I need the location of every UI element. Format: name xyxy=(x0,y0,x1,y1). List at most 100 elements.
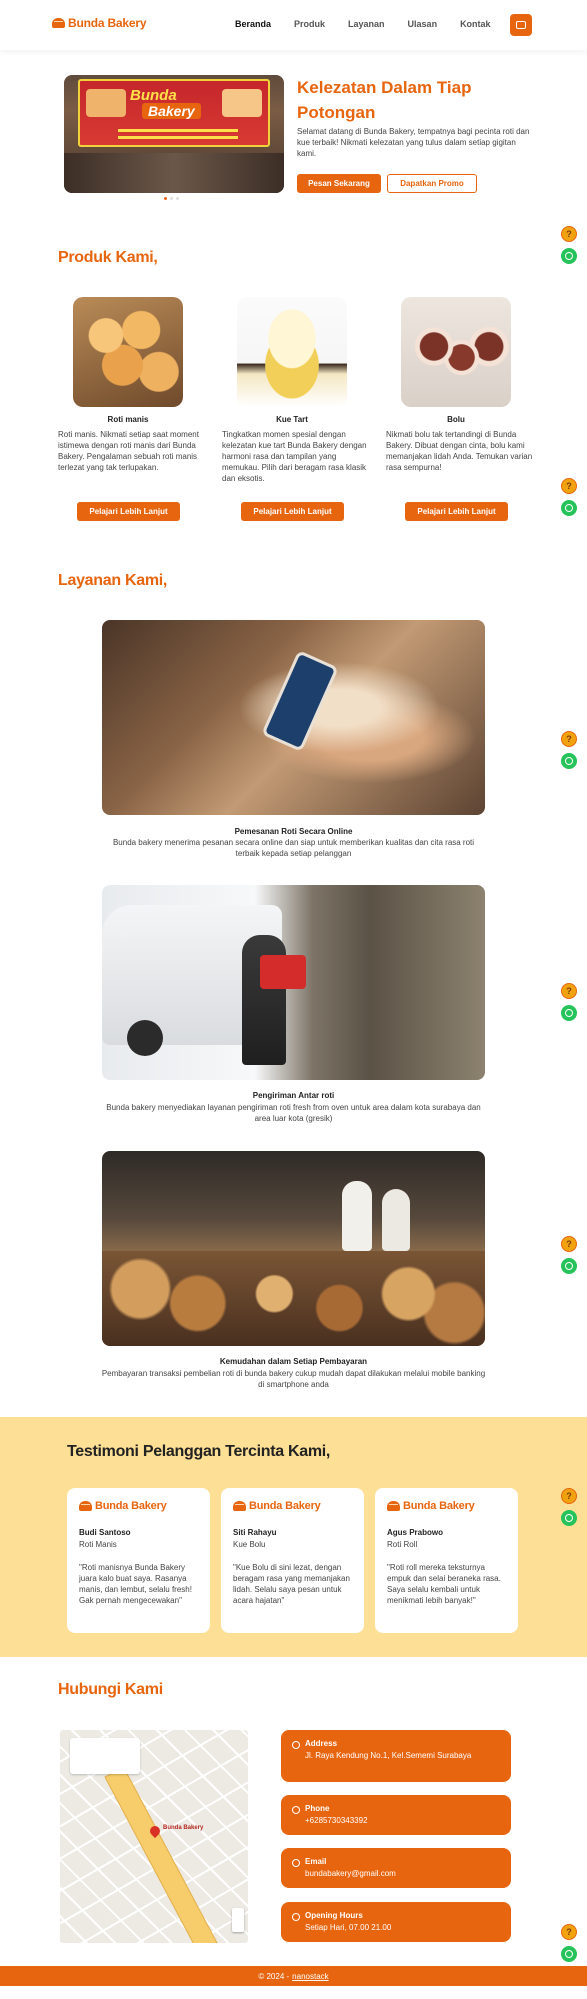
testimonial-card: Bunda Bakery Budi Santoso Roti Manis "Ro… xyxy=(67,1488,210,1633)
whatsapp-glyph xyxy=(565,1950,573,1958)
nav-item-kontak[interactable]: Kontak xyxy=(460,19,491,29)
testimonials-title: Testimoni Pelanggan Tercinta Kami, xyxy=(67,1443,331,1460)
whatsapp-icon[interactable] xyxy=(561,1510,577,1526)
nav-item-produk[interactable]: Produk xyxy=(294,19,325,29)
review-quote: "Kue Bolu di sini lezat, dengan beragam … xyxy=(233,1563,350,1605)
map-info-card xyxy=(70,1738,140,1774)
service-title: Pengiriman Antar roti xyxy=(252,1091,335,1100)
testimonial-card: Bunda Bakery Siti Rahayu Kue Bolu "Kue B… xyxy=(221,1488,364,1633)
store-banner: Bunda Bakery xyxy=(78,79,270,147)
delivery-basket xyxy=(260,955,306,989)
baker xyxy=(342,1181,372,1251)
brand-name: Bunda Bakery xyxy=(403,1500,475,1512)
contact-value[interactable]: +6285730343392 xyxy=(305,1815,505,1826)
shop-button[interactable] xyxy=(510,14,532,36)
banner-title: Bunda xyxy=(130,87,177,104)
product-image-bolu[interactable] xyxy=(401,297,511,407)
learn-more-button[interactable]: Pelajari Lebih Lanjut xyxy=(405,502,508,521)
contact-address-box: Address Jl. Raya Kendung No.1, Kel.Semem… xyxy=(281,1730,511,1782)
contact-hours-box: Opening Hours Setiap Hari, 07.00 21.00 xyxy=(281,1902,511,1942)
footer-credit-link[interactable]: nanostack xyxy=(292,1972,328,1981)
nav-item-layanan[interactable]: Layanan xyxy=(348,19,385,29)
baker xyxy=(382,1189,410,1251)
bread-icon xyxy=(387,1501,400,1511)
banner-phone-line xyxy=(118,136,238,139)
carousel-indicators xyxy=(164,197,179,200)
help-glyph: ? xyxy=(566,481,572,491)
whatsapp-icon[interactable] xyxy=(561,1005,577,1021)
learn-more-button[interactable]: Pelajari Lebih Lanjut xyxy=(77,502,180,521)
whatsapp-icon[interactable] xyxy=(561,1946,577,1962)
nav-item-ulasan[interactable]: Ulasan xyxy=(408,19,438,29)
services-title: Layanan Kami, xyxy=(58,572,168,589)
testimonial-card: Bunda Bakery Agus Prabowo Roti Roll "Rot… xyxy=(375,1488,518,1633)
carousel-dot[interactable] xyxy=(170,197,173,200)
contact-value: Jl. Raya Kendung No.1, Kel.Sememi Suraba… xyxy=(305,1751,472,1760)
products-title: Produk Kami, xyxy=(58,249,158,266)
bread-icon xyxy=(79,1501,92,1511)
learn-more-button[interactable]: Pelajari Lebih Lanjut xyxy=(241,502,344,521)
contact-label: Address xyxy=(305,1739,338,1748)
service-image-delivery xyxy=(102,885,485,1080)
site-footer: © 2024 - nanostack xyxy=(0,1966,587,1986)
reviewer-name: Budi Santoso xyxy=(79,1528,131,1537)
smartphone xyxy=(261,650,339,752)
product-name: Bolu xyxy=(447,415,465,424)
help-icon[interactable]: ? xyxy=(561,731,577,747)
whatsapp-icon[interactable] xyxy=(561,500,577,516)
card-logo: Bunda Bakery xyxy=(387,1500,475,1512)
service-description: Pembayaran transaksi pembelian roti di b… xyxy=(101,1369,486,1389)
site-header: Bunda Bakery Beranda Produk Layanan Ulas… xyxy=(0,0,587,50)
reviewed-product: Kue Bolu xyxy=(233,1540,266,1549)
product-name: Kue Tart xyxy=(276,415,308,424)
help-glyph: ? xyxy=(566,734,572,744)
whatsapp-icon[interactable] xyxy=(561,1258,577,1274)
contact-label: Phone xyxy=(305,1804,330,1813)
brand-logo[interactable]: Bunda Bakery xyxy=(52,16,146,30)
help-icon[interactable]: ? xyxy=(561,1924,577,1940)
contact-value: Setiap Hari, 07.00 21.00 xyxy=(305,1923,392,1932)
reviewer-name: Agus Prabowo xyxy=(387,1528,444,1537)
location-map[interactable]: Bunda Bakery xyxy=(60,1730,248,1943)
review-quote: "Roti roll mereka teksturnya empuk dan s… xyxy=(387,1563,501,1605)
contact-email-box: Email bundabakery@gmail.com xyxy=(281,1848,511,1888)
carousel-dot[interactable] xyxy=(176,197,179,200)
map-zoom-control[interactable] xyxy=(232,1908,244,1932)
banner-bread-photo-right xyxy=(222,89,262,117)
reviewed-product: Roti Roll xyxy=(387,1540,418,1549)
nav-item-beranda[interactable]: Beranda xyxy=(235,19,271,29)
product-description: Nikmati bolu tak tertandingi di Bunda Ba… xyxy=(386,430,533,472)
whatsapp-glyph xyxy=(565,504,573,512)
shopfront xyxy=(64,153,284,193)
help-icon[interactable]: ? xyxy=(561,226,577,242)
product-image-roti-manis[interactable] xyxy=(73,297,183,407)
map-place-label: Bunda Bakery xyxy=(163,1825,204,1831)
help-icon[interactable]: ? xyxy=(561,1488,577,1504)
contact-phone-box: Phone +6285730343392 xyxy=(281,1795,511,1835)
order-now-button[interactable]: Pesan Sekarang xyxy=(297,174,381,193)
help-icon[interactable]: ? xyxy=(561,478,577,494)
copyright-text: © 2024 - xyxy=(258,1971,290,1981)
banner-address-line xyxy=(118,129,238,132)
clock-icon xyxy=(292,1913,300,1921)
main-nav: Beranda Produk Layanan Ulasan Kontak xyxy=(235,19,514,29)
help-icon[interactable]: ? xyxy=(561,1236,577,1252)
hero-carousel-image[interactable]: Bunda Bakery xyxy=(64,75,284,193)
get-promo-button[interactable]: Dapatkan Promo xyxy=(387,174,477,193)
help-icon[interactable]: ? xyxy=(561,983,577,999)
whatsapp-icon[interactable] xyxy=(561,248,577,264)
phone-icon xyxy=(292,1806,300,1814)
product-image-kue-tart[interactable] xyxy=(237,297,347,407)
card-logo: Bunda Bakery xyxy=(233,1500,321,1512)
carousel-dot[interactable] xyxy=(164,197,167,200)
whatsapp-icon[interactable] xyxy=(561,753,577,769)
whatsapp-glyph xyxy=(565,1009,573,1017)
contact-label: Opening Hours xyxy=(305,1911,363,1920)
service-description: Bunda bakery menyediakan layanan pengiri… xyxy=(106,1103,481,1123)
reviewed-product: Roti Manis xyxy=(79,1540,117,1549)
hero-title: Kelezatan Dalam Tiap Potongan xyxy=(297,78,472,122)
brand-name: Bunda Bakery xyxy=(95,1500,167,1512)
contact-value[interactable]: bundabakery@gmail.com xyxy=(305,1868,505,1879)
banner-bread-photo-left xyxy=(86,89,126,117)
bread-icon xyxy=(233,1501,246,1511)
